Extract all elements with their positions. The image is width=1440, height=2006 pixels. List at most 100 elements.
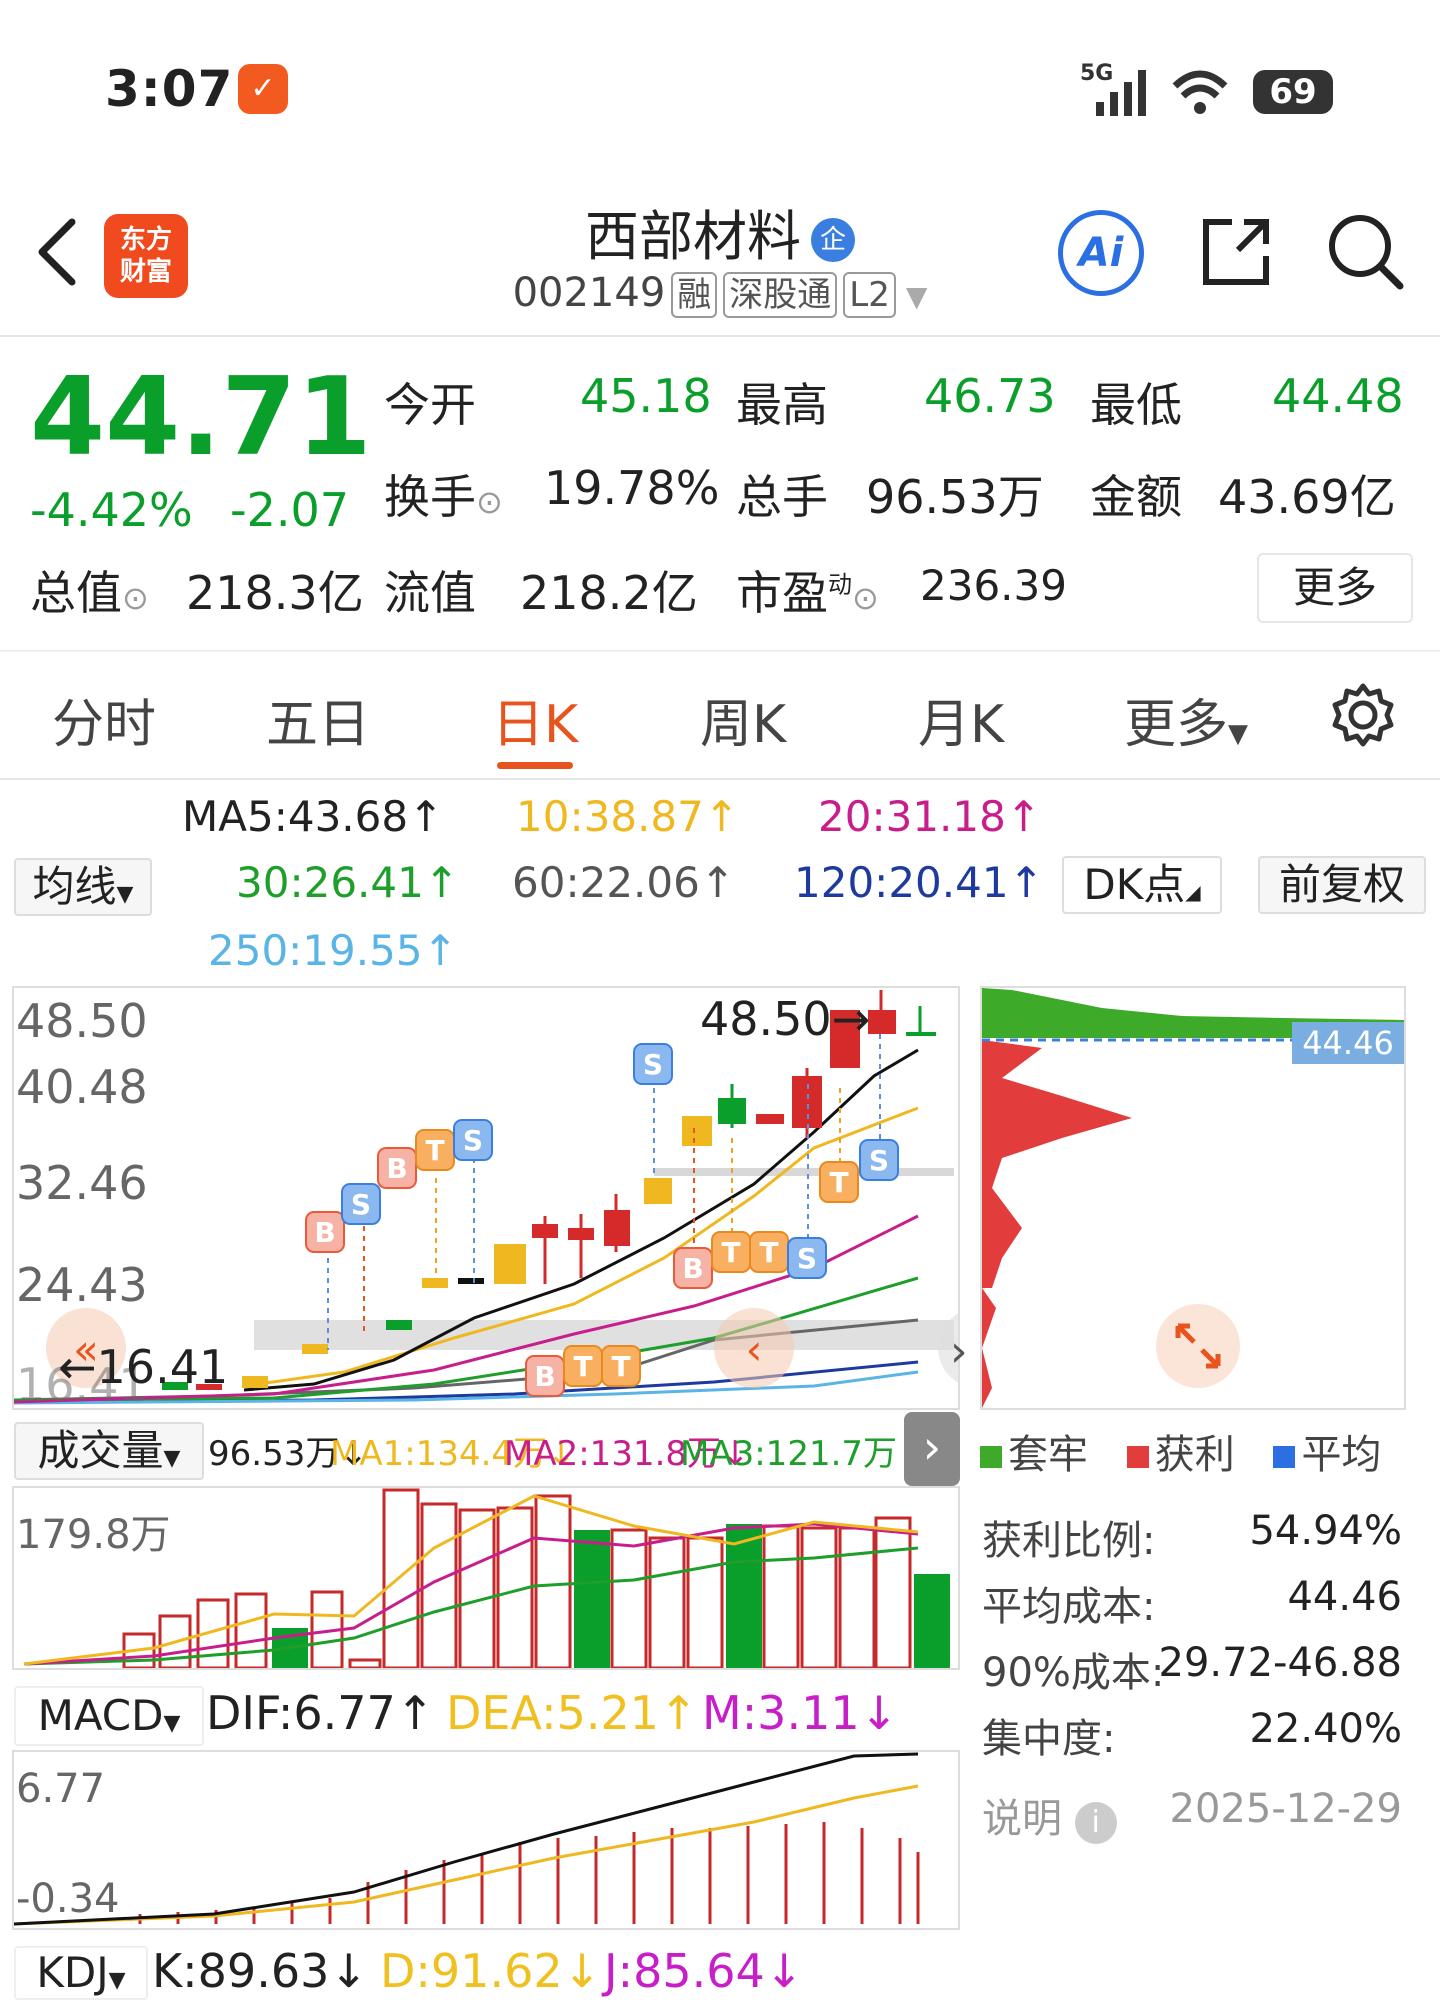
enterprise-badge: 企 [811,218,855,263]
high-value: 46.73 [924,369,1056,423]
mktcap-label[interactable]: 总值⊙ [30,557,149,623]
ma20-value: 20:31.18↑ [818,792,1042,841]
more-quote-button[interactable]: 更多 [1257,553,1413,623]
low-value: 44.48 [1272,369,1404,423]
y-label-1: 48.50 [16,994,148,1048]
svg-text:S: S [643,1048,663,1081]
tab-weekly-k[interactable]: 周K [700,682,786,757]
tab-more[interactable]: 更多▼ [1124,682,1248,757]
svg-text:T: T [573,1350,592,1383]
stock-header: 东方 财富 西部材料企 002149 融深股通 L2 ▼ Ai [0,170,1440,337]
kdj-k: K:89.63↓ [152,1944,368,1998]
svg-text:B: B [682,1252,703,1285]
svg-text:B: B [386,1152,407,1185]
kdj-j: J:85.64↓ [604,1944,804,1998]
ma30-value: 30:26.41↑ [236,858,460,907]
y-label-4: 24.43 [16,1258,148,1312]
chip-note-label: 说明 [982,1796,1062,1842]
y-label-2: 40.48 [16,1060,148,1114]
legend-average: 平均 [1301,1432,1382,1478]
chip-stat-90-cost: 90%成本: 29.72-46.88 [982,1640,1402,1696]
turnover-value: 19.78% [544,461,720,515]
chip-note-row[interactable]: 说明 i 2025-12-29 [982,1786,1402,1844]
chip-stat-avg-cost: 平均成本: 44.46 [982,1574,1402,1630]
svg-text:T: T [721,1236,740,1269]
stock-name: 西部材料 [585,205,801,268]
volume-chart: 179.8万 [12,1486,960,1670]
svg-text:B: B [314,1216,335,1249]
chip-distribution-chart[interactable]: 44.46 [980,986,1406,1410]
change-pct: -4.42% [30,483,193,537]
float-value: 218.2亿 [520,566,698,620]
macd-svg [14,1752,920,1926]
battery-icon: 69 [1253,70,1333,114]
svg-text:S: S [463,1124,483,1157]
chart-right-arrow-icon[interactable]: › [950,1326,980,1377]
chip-legend: 套牢 获利 平均 [980,1422,1381,1480]
tab-daily-k[interactable]: 日K [492,682,578,757]
macd-y-top: 6.77 [16,1766,106,1812]
kdj-d: D:91.62↓ [380,1944,602,1998]
macd-m: M:3.11↓ [702,1686,899,1740]
info-icon: i [1074,1802,1117,1844]
status-bar: 3:07 ✓ 5G 69 [0,0,1440,170]
active-tab-indicator [497,762,573,769]
open-label: 今开 [384,378,476,432]
pe-value: 236.39 [920,561,1067,610]
turnover-label[interactable]: 换手⊙ [384,461,503,527]
change-value: -2.07 [230,483,350,537]
tab-five-day[interactable]: 五日 [266,682,370,757]
float-label: 流值 [384,566,476,620]
macd-selector[interactable]: MACD▼ [14,1686,204,1746]
current-price: 44.71 [30,355,372,480]
svg-text:S: S [797,1242,817,1275]
indicator-expand-button[interactable]: › [904,1412,960,1486]
amount-value: 43.69亿 [1218,470,1396,524]
stock-code: 002149 [512,270,666,316]
y-label-3: 32.46 [16,1156,148,1210]
open-value: 45.18 [580,369,712,423]
chip-stat-concentration: 集中度: 22.40% [982,1706,1402,1762]
tab-intraday[interactable]: 分时 [52,682,156,757]
svg-text:S: S [351,1188,371,1221]
svg-text:T: T [829,1166,848,1199]
svg-text:B: B [534,1360,555,1393]
app-notification-icon: ✓ [238,64,288,114]
high-price-marker: 48.50→ [700,992,871,1046]
ma-selector[interactable]: 均线▼ [14,858,152,916]
ma5-value: MA5:43.68↑ [182,792,444,841]
low-price-marker: ←16.41 [58,1340,229,1394]
svg-text:5G: 5G [1080,61,1113,86]
chip-stat-profit-ratio: 获利比例: 54.94% [982,1508,1402,1564]
share-icon[interactable] [1198,214,1274,290]
ma120-value: 120:20.41↑ [794,858,1044,907]
status-time: 3:07 [105,60,234,118]
adjust-selector[interactable]: 前复权 [1258,856,1426,914]
ma60-value: 60:22.06↑ [512,858,736,907]
tag-margin: 融 [671,272,718,318]
svg-text:T: T [611,1350,630,1383]
ai-button[interactable]: Ai [1058,210,1144,296]
tab-monthly-k[interactable]: 月K [918,682,1004,757]
pe-label[interactable]: 市盈动⊙ [736,557,879,623]
high-label: 最高 [736,378,828,432]
macd-y-bottom: -0.34 [16,1876,120,1922]
period-tabs: 分时 五日 日K 周K 月K 更多▼ [0,652,1440,780]
macd-dif: DIF:6.77↑ [206,1686,435,1740]
volume-indicator-selector[interactable]: 成交量▼ [14,1422,204,1480]
volume-ma3: MA3:121.7万↑ [680,1434,926,1474]
quote-panel: 44.71 -4.42% -2.07 今开 45.18 最高 46.73 最低 … [0,337,1440,652]
kline-chart[interactable]: B S B T S S B T T S T S B T T « ‹ 48.50 … [12,986,960,1412]
volume-value: 96.53万 [866,470,1044,524]
volume-y-label: 179.8万 [16,1512,171,1558]
svg-text:‹: ‹ [746,1325,763,1374]
dk-point-toggle[interactable]: DK点◢ [1062,856,1222,914]
search-icon[interactable] [1326,212,1406,292]
kdj-selector[interactable]: KDJ▼ [14,1946,148,2000]
macd-dea: DEA:5.21↑ [446,1686,698,1740]
dropdown-arrow-icon: ▼ [905,280,928,313]
tag-connect: 深股通 [723,272,838,318]
settings-gear-icon[interactable] [1330,682,1396,748]
low-label: 最低 [1090,378,1182,432]
svg-text:44.46: 44.46 [1302,1024,1394,1062]
